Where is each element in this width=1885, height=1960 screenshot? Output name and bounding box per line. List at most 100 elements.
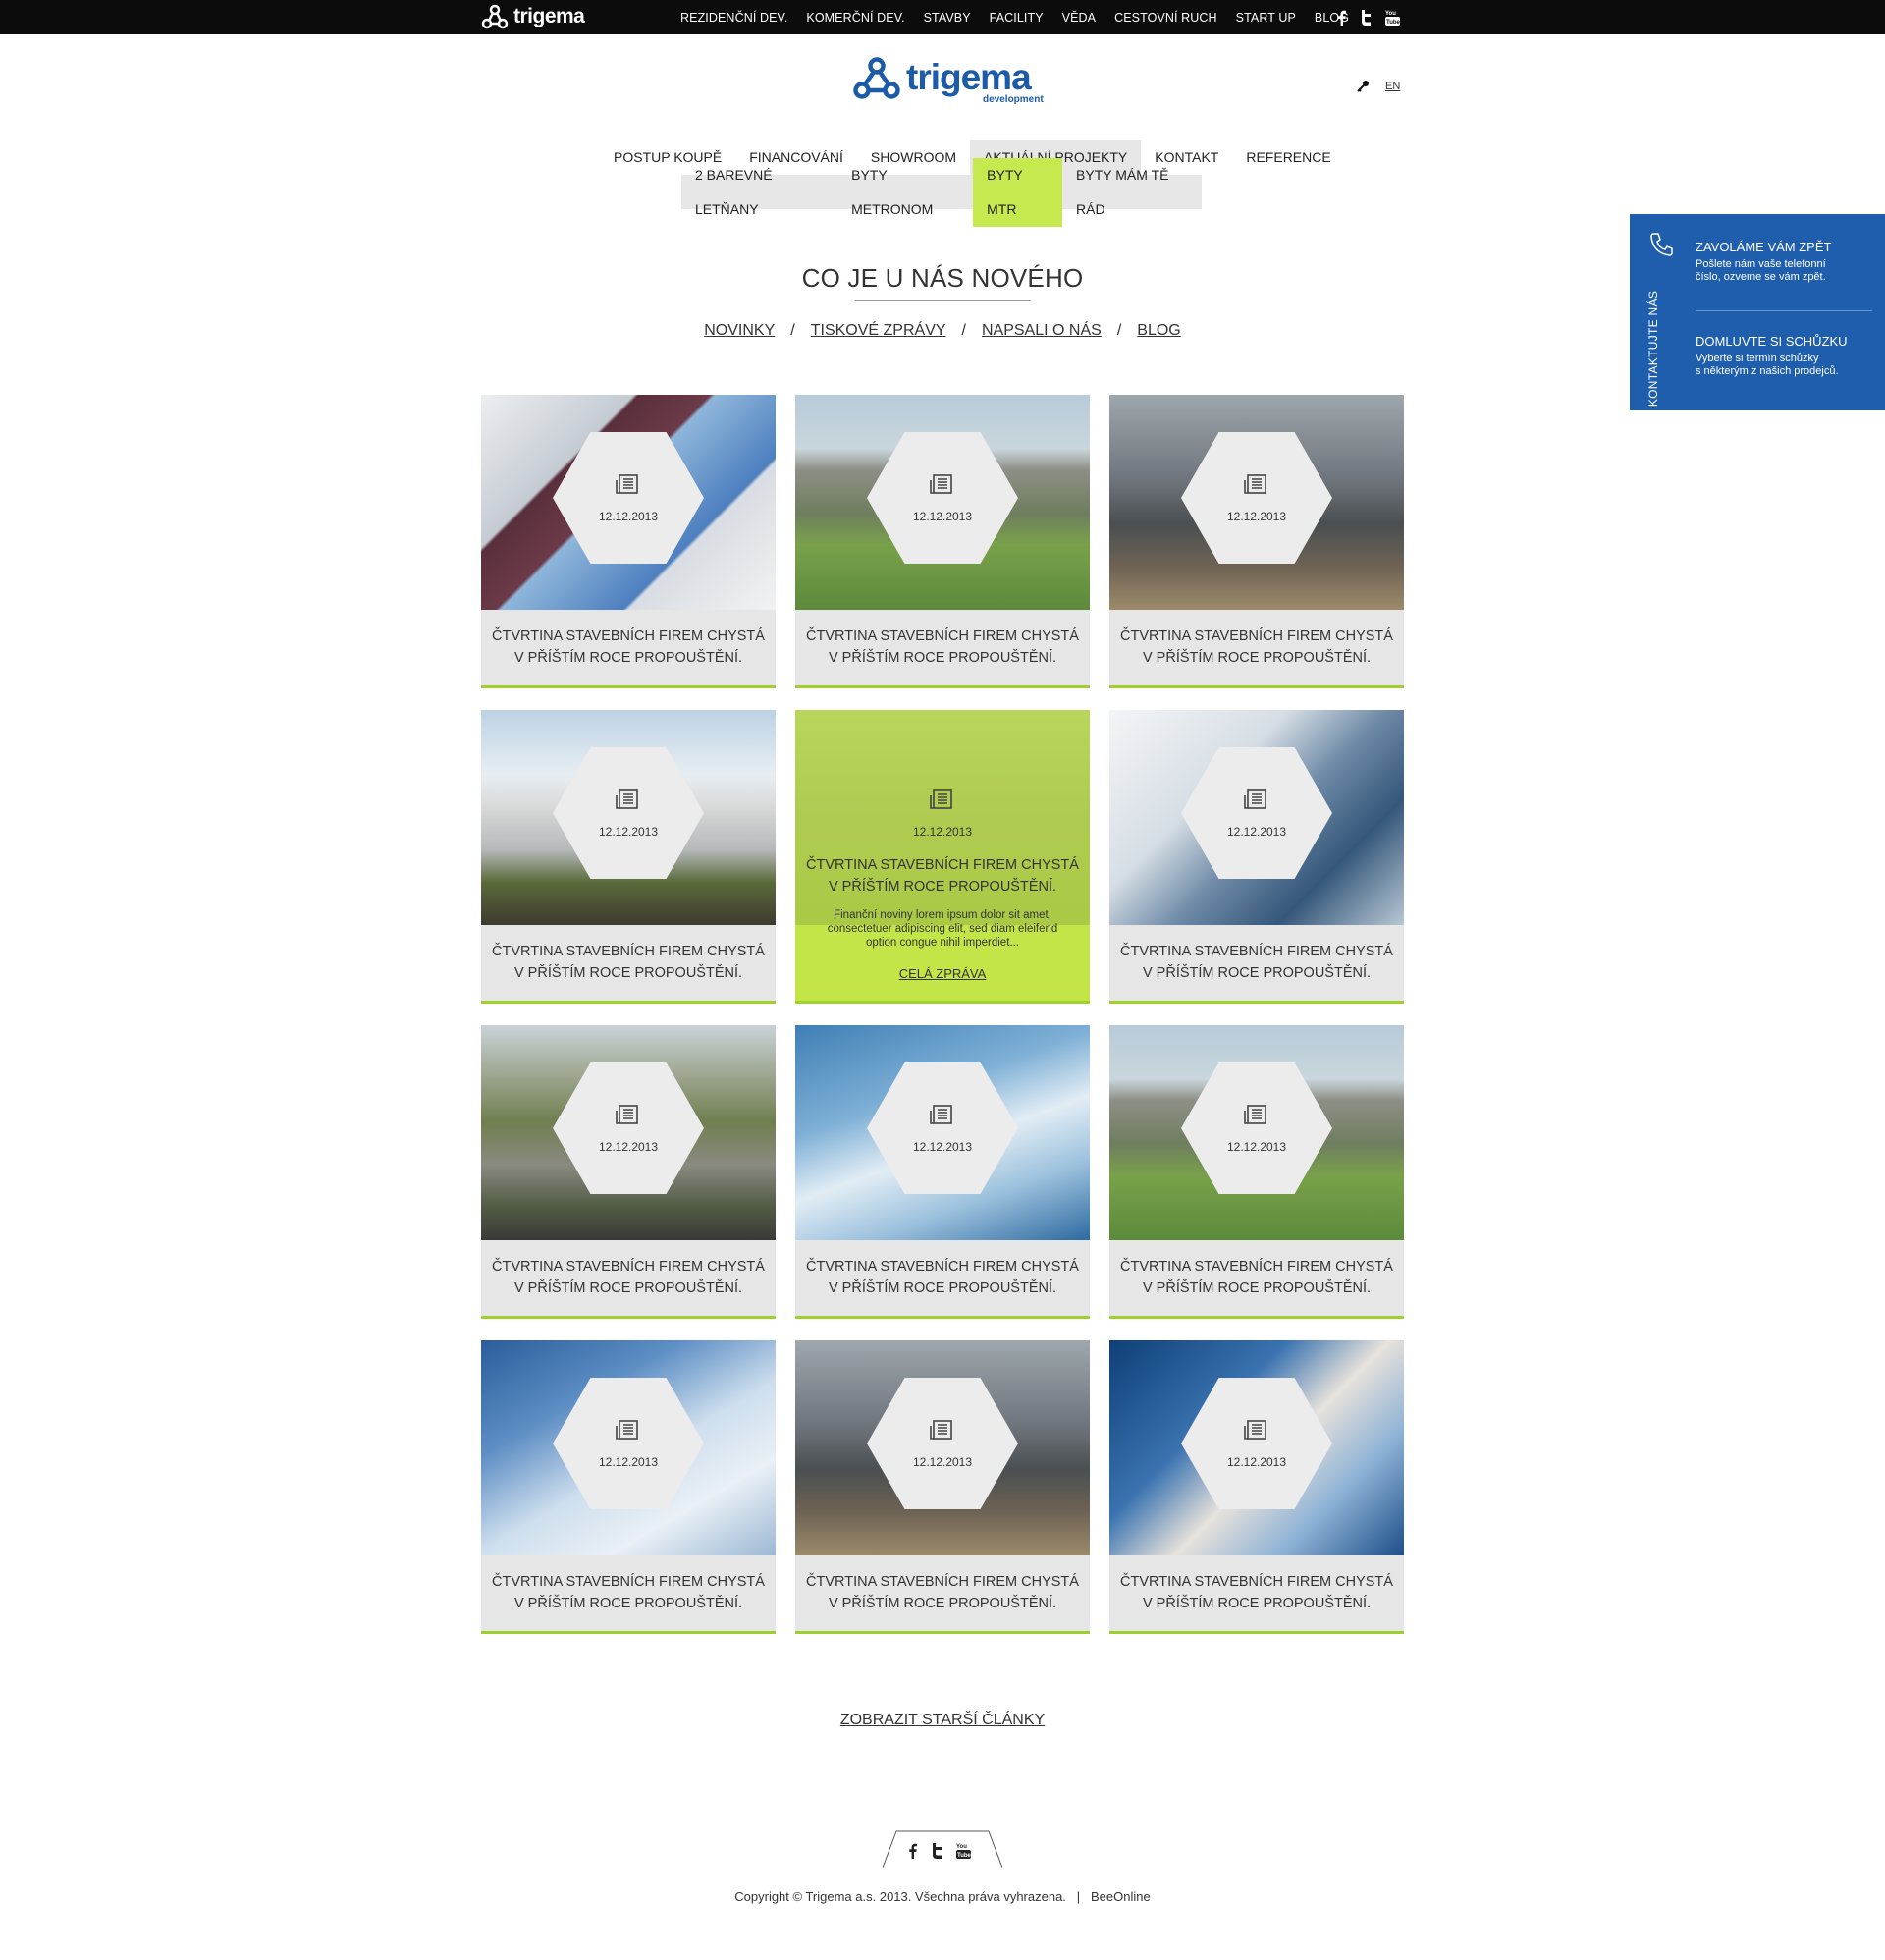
- card-title: ČTVRTINA STAVEBNÍCH FIREM CHYSTÁ V PŘÍŠTÍ…: [806, 1574, 1079, 1611]
- trigema-logo-icon: [853, 57, 900, 99]
- newspaper-icon: [616, 789, 638, 809]
- news-card[interactable]: 12.12.2013 ČTVRTINA STAVEBNÍCH FIREM CHY…: [1109, 1025, 1404, 1319]
- language-switch[interactable]: EN: [1385, 81, 1400, 92]
- filter-separator: /: [1116, 322, 1122, 339]
- card-date: 12.12.2013: [1226, 510, 1287, 523]
- nav-reference[interactable]: REFERENCE: [1232, 140, 1344, 175]
- card-title: ČTVRTINA STAVEBNÍCH FIREM CHYSTÁ V PŘÍŠTÍ…: [806, 628, 1079, 666]
- filter-novinky[interactable]: NOVINKY: [704, 322, 775, 340]
- call-back-title: ZAVOLÁME VÁM ZPĚT: [1696, 240, 1832, 254]
- topnav-stavby[interactable]: STAVBY: [924, 11, 971, 25]
- card-excerpt: Finanční noviny lorem ipsum dolor sit am…: [827, 909, 1058, 949]
- sub-nav: 2 BAREVNÉ LETŇANY BYTY METRONOM BYTY MTR…: [681, 157, 1202, 227]
- phone-icon: [1650, 233, 1673, 256]
- newspaper-icon: [1244, 1420, 1266, 1440]
- card-title: ČTVRTINA STAVEBNÍCH FIREM CHYSTÁ V PŘÍŠTÍ…: [492, 1259, 765, 1296]
- card-title: ČTVRTINA STAVEBNÍCH FIREM CHYSTÁ V PŘÍŠTÍ…: [492, 628, 765, 666]
- newspaper-icon: [930, 1105, 952, 1124]
- call-back-block[interactable]: ZAVOLÁME VÁM ZPĚT Pošlete nám vaše telef…: [1696, 240, 1872, 284]
- subnav-byty-metronom[interactable]: BYTY METRONOM: [837, 158, 973, 227]
- news-card[interactable]: 12.12.2013 ČTVRTINA STAVEBNÍCH FIREM CHY…: [795, 1025, 1090, 1319]
- card-date: 12.12.2013: [598, 1455, 659, 1469]
- key-icon[interactable]: [1357, 80, 1370, 92]
- topnav-rezidencni[interactable]: REZIDENČNÍ DEV.: [680, 11, 787, 25]
- subnav-byty-mam-te-rad[interactable]: BYTY MÁM TĚ RÁD: [1062, 158, 1202, 227]
- card-date: 12.12.2013: [1226, 1455, 1287, 1469]
- card-title: ČTVRTINA STAVEBNÍCH FIREM CHYSTÁ V PŘÍŠTÍ…: [492, 944, 765, 981]
- newspaper-icon: [930, 789, 952, 809]
- twitter-icon[interactable]: [931, 1842, 942, 1859]
- newspaper-icon: [1244, 1105, 1266, 1124]
- card-title: ČTVRTINA STAVEBNÍCH FIREM CHYSTÁ V PŘÍŠTÍ…: [1120, 944, 1393, 981]
- card-date: 12.12.2013: [1226, 825, 1287, 839]
- contact-tab-label[interactable]: KONTAKTUJTE NÁS: [1646, 290, 1660, 408]
- top-social: You Tube: [1337, 9, 1400, 26]
- subnav-barevne-letnany[interactable]: 2 BAREVNÉ LETŇANY: [681, 158, 837, 227]
- svg-text:Tube: Tube: [957, 1853, 971, 1859]
- logo-brand: trigema: [906, 57, 1032, 97]
- topnav-start-up[interactable]: START UP: [1236, 11, 1296, 25]
- newspaper-icon: [616, 474, 638, 494]
- subnav-byty-mtr[interactable]: BYTY MTR: [973, 157, 1063, 227]
- contact-panel: KONTAKTUJTE NÁS ZAVOLÁME VÁM ZPĚT Pošlet…: [1630, 214, 1885, 410]
- news-card[interactable]: 12.12.2013 ČTVRTINA STAVEBNÍCH FIREM CHY…: [1109, 395, 1404, 688]
- news-card[interactable]: 12.12.2013 ČTVRTINA STAVEBNÍCH FIREM CHY…: [481, 1025, 776, 1319]
- top-bar: trigema REZIDENČNÍ DEV. KOMERČNÍ DEV. ST…: [0, 0, 1885, 34]
- logo-subtitle: development: [983, 94, 1044, 105]
- news-grid: 12.12.2013 ČTVRTINA STAVEBNÍCH FIREM CHY…: [481, 395, 1404, 1634]
- facebook-icon[interactable]: [1337, 10, 1346, 26]
- facebook-icon[interactable]: [908, 1843, 917, 1859]
- topnav-veda[interactable]: VĚDA: [1062, 11, 1096, 25]
- older-articles-link[interactable]: ZOBRAZIT STARŠÍ ČLÁNKY: [840, 1712, 1045, 1728]
- filter-blog[interactable]: BLOG: [1137, 322, 1180, 340]
- news-card[interactable]: 12.12.2013 ČTVRTINA STAVEBNÍCH FIREM CHY…: [795, 1340, 1090, 1634]
- newspaper-icon: [1244, 789, 1266, 809]
- footer-social-icons: You Tube: [908, 1842, 971, 1859]
- news-card[interactable]: 12.12.2013 ČTVRTINA STAVEBNÍCH FIREM CHY…: [481, 1340, 776, 1634]
- topbar-brand: trigema: [513, 5, 585, 27]
- trigema-logo-icon: [481, 4, 509, 29]
- section-title: CO JE U NÁS NOVÉHO: [801, 263, 1084, 293]
- card-title: ČTVRTINA STAVEBNÍCH FIREM CHYSTÁ V PŘÍŠTÍ…: [806, 1259, 1079, 1296]
- topnav-facility[interactable]: FACILITY: [990, 11, 1044, 25]
- card-title: ČTVRTINA STAVEBNÍCH FIREM CHYSTÁ V PŘÍŠTÍ…: [1120, 1574, 1393, 1611]
- news-card[interactable]: 12.12.2013 ČTVRTINA STAVEBNÍCH FIREM CHY…: [481, 395, 776, 688]
- card-title: ČTVRTINA STAVEBNÍCH FIREM CHYSTÁ V PŘÍŠTÍ…: [1120, 628, 1393, 666]
- news-card-active[interactable]: 12.12.2013 ČTVRTINA STAVEBNÍCH FIREM CHY…: [795, 710, 1090, 1004]
- utility-links: EN: [1357, 80, 1400, 92]
- card-title: ČTVRTINA STAVEBNÍCH FIREM CHYSTÁ V PŘÍŠTÍ…: [806, 857, 1079, 895]
- card-date: 12.12.2013: [598, 825, 659, 839]
- card-date: 12.12.2013: [912, 1140, 973, 1154]
- filter-separator: /: [961, 322, 966, 339]
- read-more-link[interactable]: CELÁ ZPRÁVA: [795, 966, 1090, 981]
- card-date: 12.12.2013: [598, 1140, 659, 1154]
- topnav-cestovni-ruch[interactable]: CESTOVNÍ RUCH: [1114, 11, 1217, 25]
- credit-link[interactable]: BeeOnline: [1091, 1889, 1151, 1904]
- youtube-icon[interactable]: You Tube: [1385, 9, 1400, 26]
- news-card[interactable]: 12.12.2013 ČTVRTINA STAVEBNÍCH FIREM CHY…: [795, 395, 1090, 688]
- footer-social: You Tube: [883, 1830, 1002, 1868]
- card-title: ČTVRTINA STAVEBNÍCH FIREM CHYSTÁ V PŘÍŠTÍ…: [492, 1574, 765, 1611]
- youtube-icon[interactable]: You Tube: [956, 1842, 971, 1859]
- meeting-block[interactable]: DOMLUVTE SI SCHŮZKU Vyberte si termín sc…: [1696, 334, 1872, 378]
- filter-tiskove-zpravy[interactable]: TISKOVÉ ZPRÁVY: [811, 322, 946, 340]
- topbar-logo[interactable]: trigema: [481, 4, 585, 29]
- newspaper-icon: [930, 474, 952, 494]
- newspaper-icon: [616, 1420, 638, 1440]
- svg-text:Tube: Tube: [1386, 20, 1400, 26]
- filter-separator: /: [790, 322, 795, 339]
- svg-text:You: You: [956, 1844, 967, 1850]
- card-title: ČTVRTINA STAVEBNÍCH FIREM CHYSTÁ V PŘÍŠTÍ…: [1120, 1259, 1393, 1296]
- filter-napsali-o-nas[interactable]: NAPSALI O NÁS: [982, 322, 1102, 340]
- topnav-komercni[interactable]: KOMERČNÍ DEV.: [806, 11, 904, 25]
- news-card[interactable]: 12.12.2013 ČTVRTINA STAVEBNÍCH FIREM CHY…: [481, 710, 776, 1004]
- news-card[interactable]: 12.12.2013 ČTVRTINA STAVEBNÍCH FIREM CHY…: [1109, 1340, 1404, 1634]
- news-card[interactable]: 12.12.2013 ČTVRTINA STAVEBNÍCH FIREM CHY…: [1109, 710, 1404, 1004]
- contact-divider: [1696, 310, 1872, 311]
- meeting-text: Vyberte si termín schůzky s některým z na…: [1696, 353, 1839, 377]
- twitter-icon[interactable]: [1360, 9, 1372, 26]
- footer-copyright: Copyright © Trigema a.s. 2013. Všechna p…: [0, 1889, 1885, 1904]
- newspaper-icon: [616, 1105, 638, 1124]
- main-logo[interactable]: trigema development: [852, 55, 1044, 110]
- older-articles: ZOBRAZIT STARŠÍ ČLÁNKY: [0, 1712, 1885, 1729]
